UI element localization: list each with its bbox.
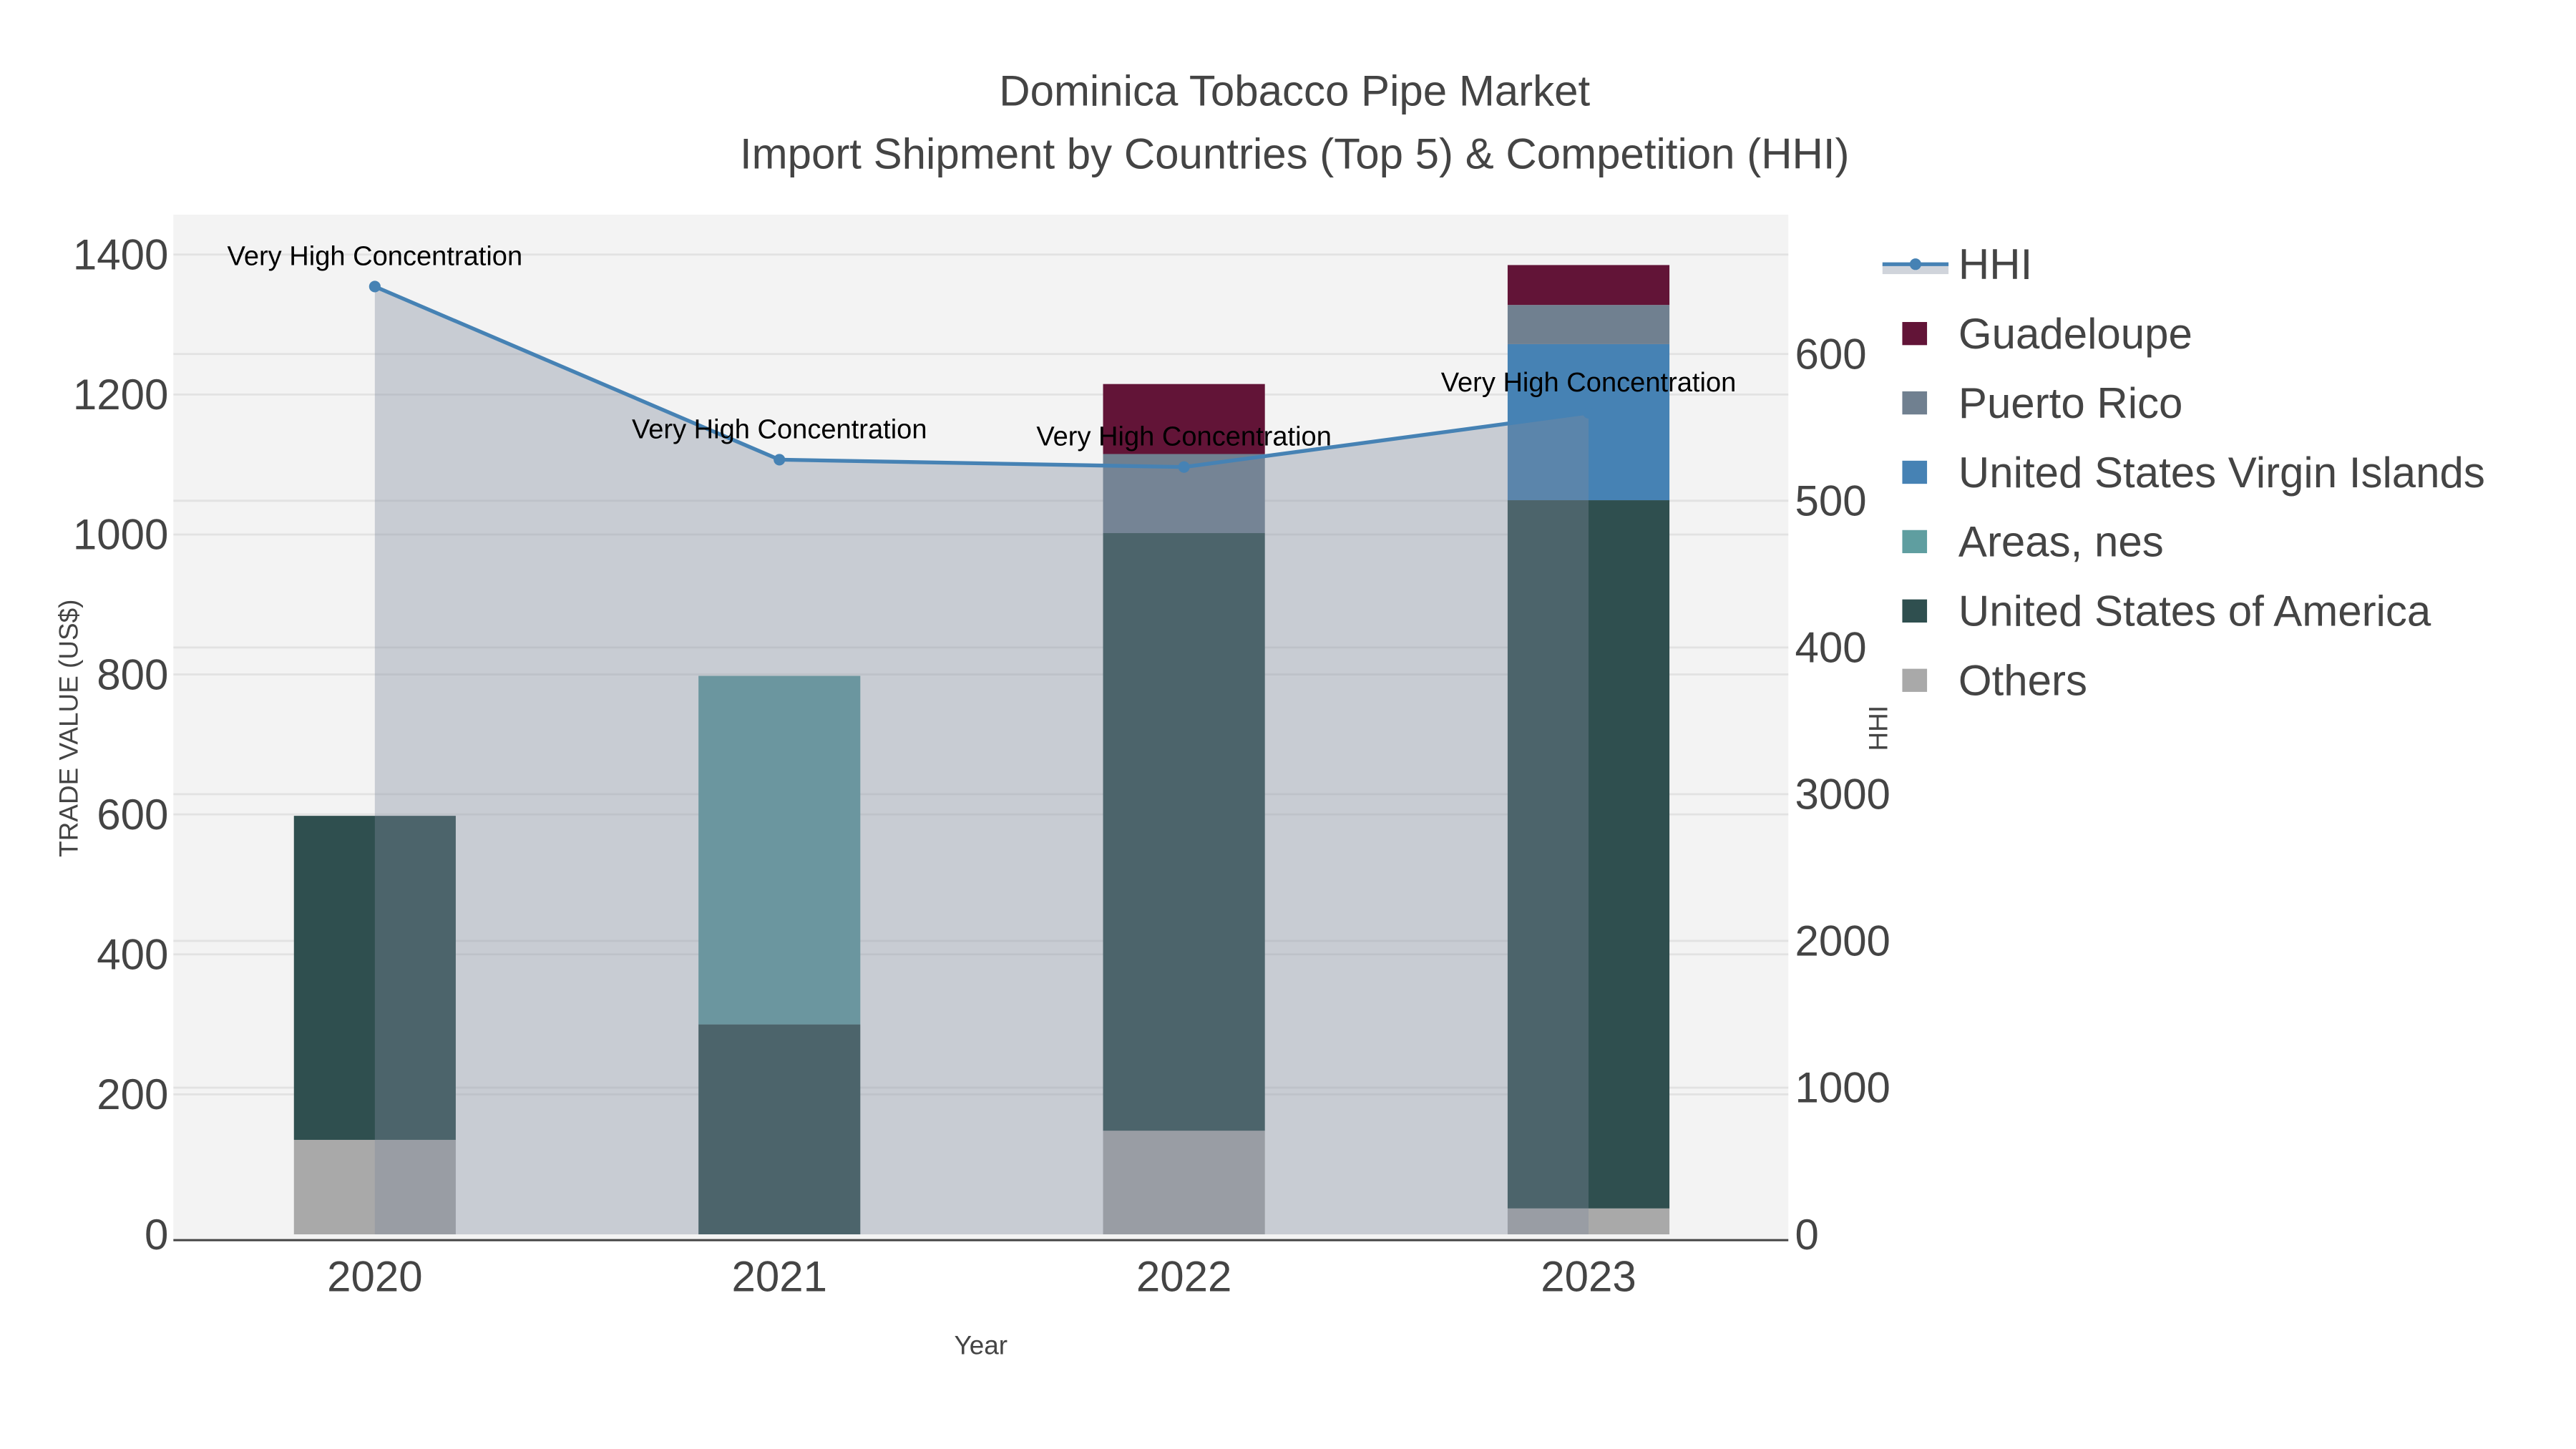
x-axis-title: Year xyxy=(954,1330,1008,1360)
legend-item: Guadeloupe xyxy=(1902,310,2192,358)
legend-item: Puerto Rico xyxy=(1902,379,2182,427)
hhi-annotation: Very High Concentration xyxy=(632,414,927,444)
chart: Very High Concentration Very High Concent… xyxy=(54,67,2485,1360)
legend-label: Areas, nes xyxy=(1958,518,2164,566)
legend-label: Others xyxy=(1958,657,2087,705)
y2-tick-label: 400 xyxy=(1795,624,1866,672)
legend-item: Others xyxy=(1902,657,2087,705)
legend-swatch xyxy=(1902,391,1928,415)
legend-swatch xyxy=(1902,460,1928,484)
legend-item: Areas, nes xyxy=(1902,518,2164,566)
hhi-point xyxy=(1178,461,1190,473)
y2-tick-label: 1000 xyxy=(1795,1064,1890,1112)
y-tick-label: 400 xyxy=(97,931,168,979)
legend-label: Guadeloupe xyxy=(1958,310,2192,358)
y2-axis: 0 1000 2000 3000 400 500 600 xyxy=(1795,331,1890,1259)
legend-item: HHI xyxy=(1882,240,2032,288)
y-axis: 0 200 400 600 800 1000 1200 1400 xyxy=(73,231,168,1259)
legend-label: HHI xyxy=(1958,240,2032,288)
y2-tick-label: 3000 xyxy=(1795,771,1890,819)
chart-subtitle: Import Shipment by Countries (Top 5) & C… xyxy=(740,130,1850,177)
bar-puerto-rico xyxy=(1507,305,1670,344)
legend-swatch xyxy=(1902,322,1928,346)
legend-swatch xyxy=(1902,668,1928,692)
legend-swatch xyxy=(1902,530,1928,554)
legend-item: United States Virgin Islands xyxy=(1902,449,2485,497)
legend-item: United States of America xyxy=(1902,587,2431,635)
x-tick-label: 2021 xyxy=(731,1253,826,1301)
hhi-point xyxy=(369,280,381,293)
y2-tick-label: 2000 xyxy=(1795,917,1890,965)
hhi-point xyxy=(1582,406,1595,419)
y-tick-label: 1400 xyxy=(73,231,168,279)
legend: HHI Guadeloupe Puerto Rico United States Vi… xyxy=(1882,240,2485,705)
y-axis-title: TRADE VALUE (US$) xyxy=(54,600,83,857)
bar-guadeloupe xyxy=(1507,265,1670,306)
legend-label: United States Virgin Islands xyxy=(1958,449,2485,497)
chart-title: Dominica Tobacco Pipe Market xyxy=(999,67,1590,115)
hhi-point xyxy=(774,454,786,466)
y-tick-label: 0 xyxy=(145,1211,168,1259)
y2-tick-label: 0 xyxy=(1795,1211,1818,1259)
y2-axis-title: HHI xyxy=(1864,706,1893,751)
x-tick-label: 2023 xyxy=(1541,1253,1636,1301)
hhi-annotation: Very High Concentration xyxy=(1441,368,1737,398)
x-tick-label: 2022 xyxy=(1136,1253,1231,1301)
y2-tick-label: 500 xyxy=(1795,477,1866,525)
hhi-annotation: Very High Concentration xyxy=(228,241,523,271)
x-axis: 2020 2021 2022 2023 xyxy=(327,1253,1636,1301)
legend-swatch xyxy=(1902,599,1928,623)
y-tick-label: 800 xyxy=(97,650,168,698)
hhi-annotation: Very High Concentration xyxy=(1036,422,1332,452)
y-tick-label: 1200 xyxy=(73,371,168,419)
x-tick-label: 2020 xyxy=(327,1253,422,1301)
y-tick-label: 200 xyxy=(97,1070,168,1118)
y2-tick-label: 600 xyxy=(1795,331,1866,379)
y-tick-label: 1000 xyxy=(73,511,168,559)
y-tick-label: 600 xyxy=(97,791,168,839)
legend-label: Puerto Rico xyxy=(1958,379,2182,427)
legend-hhi-marker xyxy=(1909,258,1921,270)
legend-label: United States of America xyxy=(1958,587,2431,635)
